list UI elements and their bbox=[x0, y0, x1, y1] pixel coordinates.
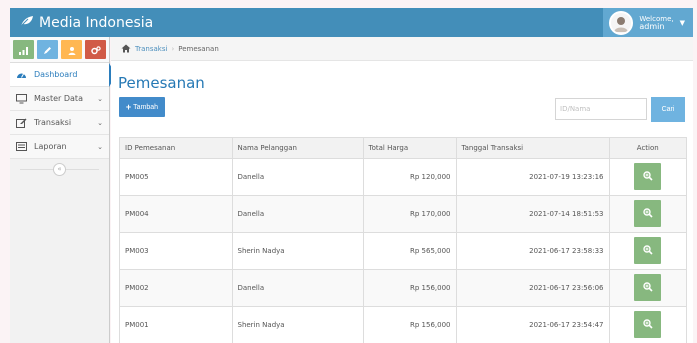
breadcrumb-separator-icon: › bbox=[171, 44, 175, 53]
cell-name: Danella bbox=[232, 269, 364, 307]
table-row: PM002 Danella Rp 156,000 2021-06-17 23:5… bbox=[120, 269, 686, 307]
zoom-in-icon bbox=[643, 170, 653, 183]
table-row: PM004 Danella Rp 170,000 2021-07-14 18:5… bbox=[120, 195, 686, 233]
sidebar-collapse-button[interactable]: « bbox=[53, 162, 66, 176]
avatar bbox=[609, 10, 634, 35]
cogs-shortcut-button[interactable] bbox=[85, 40, 106, 59]
view-button[interactable] bbox=[634, 163, 662, 190]
username: admin bbox=[639, 21, 665, 31]
cell-name: Sherin Nadya bbox=[232, 232, 364, 270]
cell-id: PM004 bbox=[120, 195, 233, 233]
cell-id: PM003 bbox=[120, 232, 233, 270]
cell-date: 2021-07-14 18:51:53 bbox=[456, 195, 610, 233]
add-button-label: Tambah bbox=[133, 103, 159, 111]
cell-total: Rp 156,000 bbox=[363, 306, 457, 343]
sidebar-item-dashboard[interactable]: Dashboard bbox=[10, 63, 116, 87]
cell-id: PM002 bbox=[120, 269, 233, 307]
column-header-total: Total Harga bbox=[363, 138, 457, 159]
zoom-in-icon bbox=[643, 318, 653, 331]
search-input[interactable] bbox=[555, 98, 647, 120]
cogs-icon bbox=[90, 40, 101, 59]
sidebar-item-label: Dashboard bbox=[34, 70, 78, 79]
cell-date: 2021-06-17 23:58:33 bbox=[456, 232, 610, 270]
users-shortcut-button[interactable] bbox=[61, 40, 82, 59]
pencil-icon bbox=[43, 40, 52, 59]
cell-id: PM005 bbox=[120, 158, 233, 196]
leaf-icon bbox=[20, 15, 39, 31]
table-row: PM003 Sherin Nadya Rp 565,000 2021-06-17… bbox=[120, 232, 686, 270]
view-button[interactable] bbox=[634, 237, 662, 264]
cell-date: 2021-07-19 13:23:16 bbox=[456, 158, 610, 196]
column-header-date: Tanggal Transaksi bbox=[456, 138, 610, 159]
cell-name: Danella bbox=[232, 158, 364, 196]
table-row: PM005 Danella Rp 120,000 2021-07-19 13:2… bbox=[120, 158, 686, 196]
sidebar-item-master-data[interactable]: Master Data ⌄ bbox=[10, 87, 109, 111]
user-menu[interactable]: Welcome, admin ▼ bbox=[603, 8, 693, 37]
breadcrumb: Transaksi › Pemesanan bbox=[111, 37, 693, 61]
chevron-down-icon: ⌄ bbox=[97, 118, 103, 127]
view-button[interactable] bbox=[634, 274, 662, 301]
search-button[interactable]: Cari bbox=[651, 97, 685, 122]
page-title: Pemesanan bbox=[118, 74, 205, 92]
zoom-in-icon bbox=[643, 281, 653, 294]
sidebar-shortcuts bbox=[10, 37, 109, 63]
home-icon[interactable] bbox=[121, 44, 131, 53]
sidebar-item-laporan[interactable]: Laporan ⌄ bbox=[10, 135, 109, 159]
tachometer-icon bbox=[16, 70, 28, 79]
cell-total: Rp 565,000 bbox=[363, 232, 457, 270]
brand[interactable]: Media Indonesia bbox=[10, 15, 153, 31]
chevron-down-icon: ⌄ bbox=[97, 142, 103, 151]
view-button[interactable] bbox=[634, 311, 662, 338]
breadcrumb-link-transaksi[interactable]: Transaksi bbox=[135, 45, 167, 53]
desktop-icon bbox=[16, 93, 28, 104]
view-button[interactable] bbox=[634, 200, 662, 227]
column-header-id: ID Pemesanan bbox=[120, 138, 233, 159]
list-alt-icon bbox=[16, 142, 28, 151]
plus-icon: + bbox=[125, 102, 132, 112]
zoom-in-icon bbox=[643, 244, 653, 257]
sidebar: Dashboard Master Data ⌄ Transaksi ⌄ Lapo… bbox=[10, 37, 116, 343]
add-button[interactable]: + Tambah bbox=[119, 97, 165, 117]
sidebar-item-label: Laporan bbox=[34, 142, 67, 151]
chevron-down-icon: ⌄ bbox=[97, 94, 103, 103]
pencil-shortcut-button[interactable] bbox=[37, 40, 58, 59]
app-title: Media Indonesia bbox=[39, 14, 154, 31]
zoom-in-icon bbox=[643, 207, 653, 220]
edit-icon bbox=[16, 118, 28, 128]
users-icon bbox=[67, 40, 77, 59]
column-header-name: Nama Pelanggan bbox=[232, 138, 364, 159]
breadcrumb-current: Pemesanan bbox=[178, 44, 219, 53]
cell-name: Danella bbox=[232, 195, 364, 233]
sidebar-item-label: Transaksi bbox=[34, 118, 72, 127]
cell-total: Rp 170,000 bbox=[363, 195, 457, 233]
caret-down-icon: ▼ bbox=[679, 18, 685, 27]
table-header-row: ID Pemesanan Nama Pelanggan Total Harga … bbox=[120, 138, 686, 159]
cell-total: Rp 156,000 bbox=[363, 269, 457, 307]
signal-icon bbox=[19, 40, 28, 59]
sidebar-item-label: Master Data bbox=[34, 94, 83, 103]
cell-date: 2021-06-17 23:54:47 bbox=[456, 306, 610, 343]
cell-name: Sherin Nadya bbox=[232, 306, 364, 343]
column-header-action: Action bbox=[609, 138, 686, 159]
top-navbar: Media Indonesia Welcome, admin ▼ bbox=[10, 8, 693, 37]
cell-date: 2021-06-17 23:56:06 bbox=[456, 269, 610, 307]
cell-id: PM001 bbox=[120, 306, 233, 343]
orders-table: ID Pemesanan Nama Pelanggan Total Harga … bbox=[119, 137, 687, 343]
sidebar-item-transaksi[interactable]: Transaksi ⌄ bbox=[10, 111, 109, 135]
table-row: PM001 Sherin Nadya Rp 156,000 2021-06-17… bbox=[120, 306, 686, 343]
cell-total: Rp 120,000 bbox=[363, 158, 457, 196]
main-content: Pemesanan + Tambah Cari ID Pemesanan Nam… bbox=[111, 61, 693, 343]
signal-shortcut-button[interactable] bbox=[13, 40, 34, 59]
double-angle-left-icon: « bbox=[57, 165, 62, 173]
